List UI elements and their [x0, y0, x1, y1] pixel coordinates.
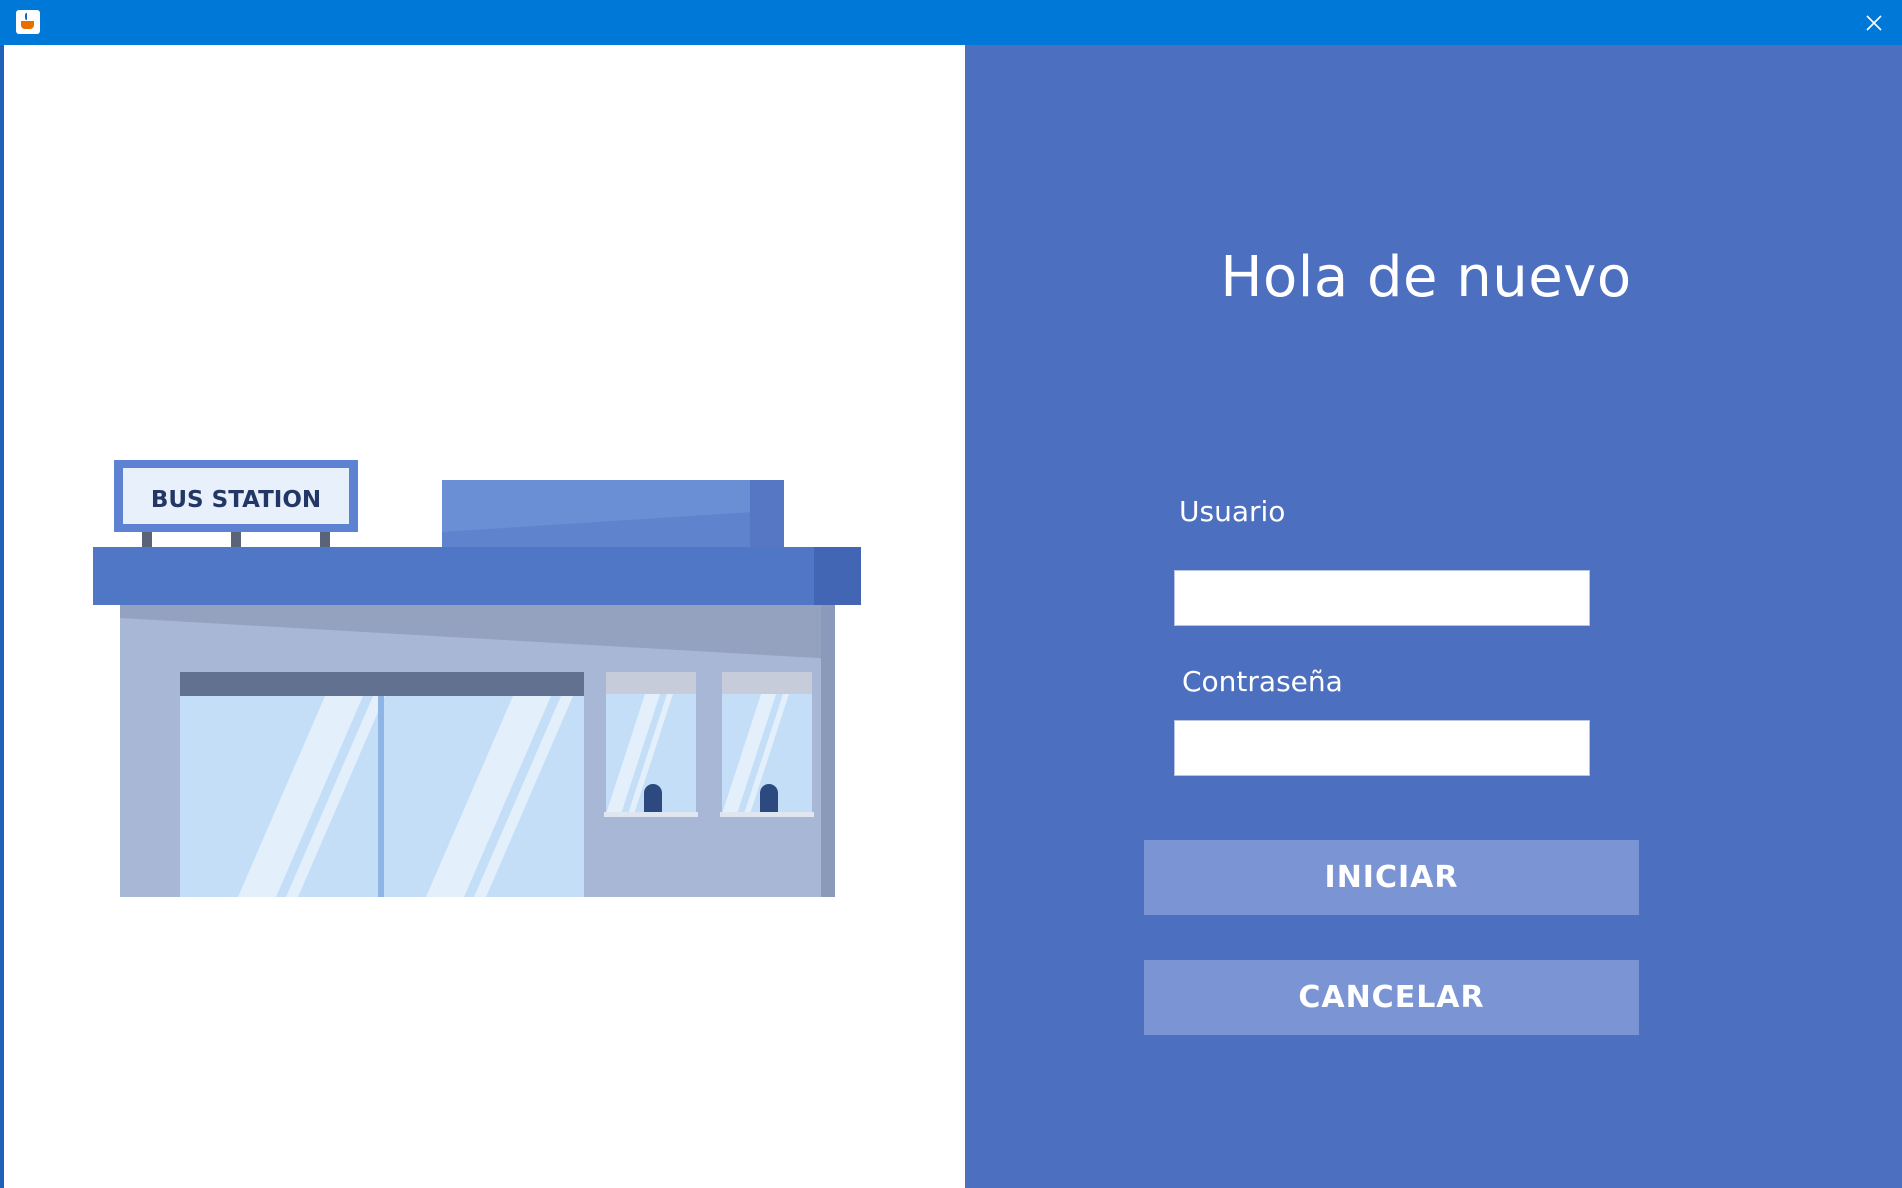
- bus-station-sign-text: BUS STATION: [151, 487, 321, 513]
- cancel-button[interactable]: CANCELAR: [1144, 960, 1639, 1035]
- username-label: Usuario: [1179, 495, 1286, 528]
- greeting-title: Hola de nuevo: [1220, 245, 1632, 310]
- password-label: Contraseña: [1182, 665, 1343, 698]
- login-button[interactable]: INICIAR: [1144, 840, 1639, 915]
- username-input[interactable]: [1174, 570, 1590, 626]
- java-cup-icon: [16, 10, 40, 34]
- illustration-panel: BUS STATION: [4, 45, 965, 1188]
- password-input[interactable]: [1174, 720, 1590, 776]
- bus-station-illustration: BUS STATION: [93, 460, 861, 897]
- login-panel: Hola de nuevo Usuario Contraseña INICIAR…: [965, 45, 1902, 1188]
- window-titlebar: [0, 0, 1902, 45]
- close-button[interactable]: [1846, 0, 1902, 45]
- close-icon: [1866, 14, 1882, 31]
